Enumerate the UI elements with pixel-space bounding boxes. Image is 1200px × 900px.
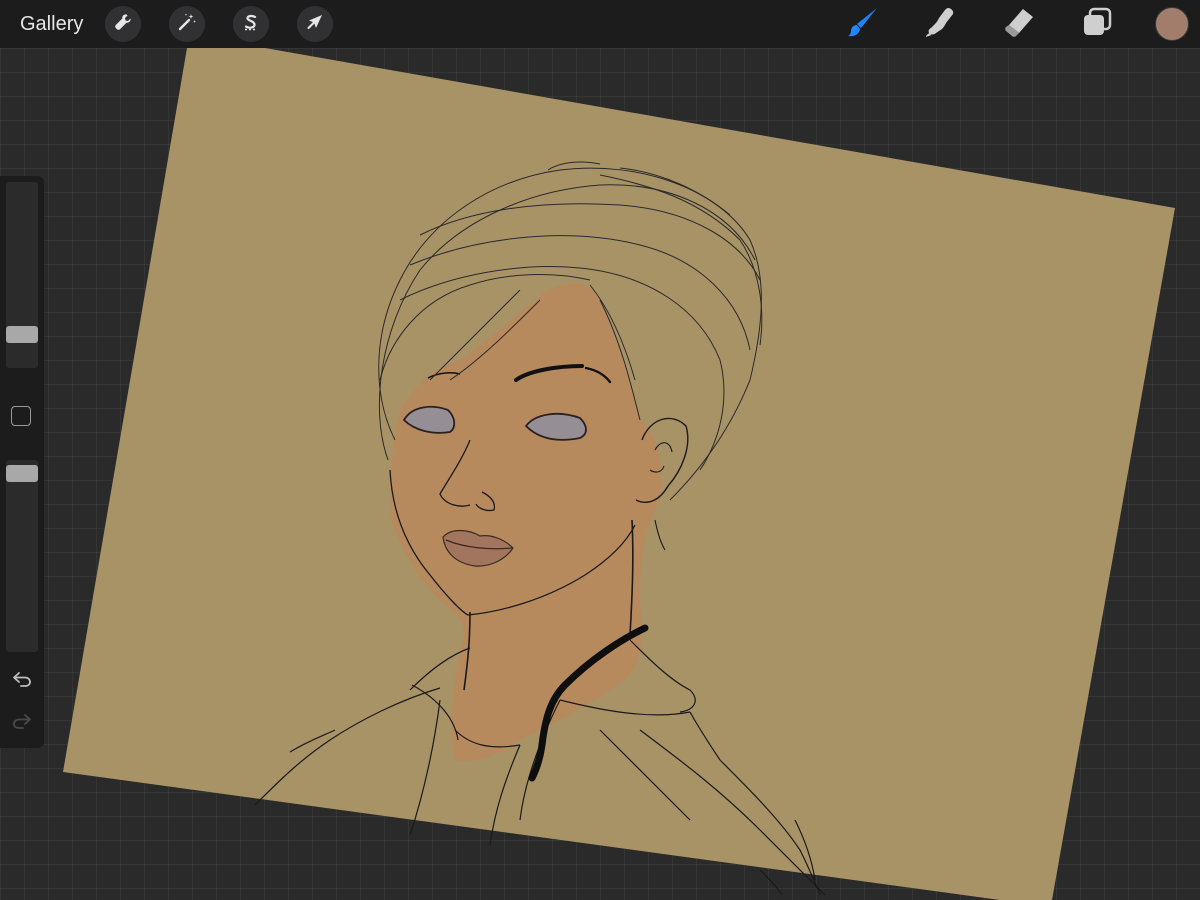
selection-s-icon — [241, 12, 261, 37]
drawing-canvas[interactable] — [0, 0, 1200, 900]
eraser-tool-button[interactable] — [999, 4, 1039, 44]
transform-button[interactable] — [297, 6, 334, 42]
redo-button[interactable] — [9, 710, 35, 736]
brush-size-slider[interactable] — [6, 182, 38, 368]
redo-icon — [11, 710, 33, 737]
brush-icon — [845, 4, 881, 45]
left-sidebar — [0, 176, 44, 748]
arrow-cursor-icon — [305, 12, 325, 37]
undo-button[interactable] — [9, 668, 35, 694]
actions-button[interactable] — [105, 6, 142, 42]
top-toolbar: Gallery — [0, 0, 1200, 48]
opacity-thumb[interactable] — [6, 465, 38, 482]
right-toolbar — [843, 0, 1200, 48]
smudge-finger-icon — [924, 5, 958, 44]
magic-wand-icon — [177, 12, 197, 37]
adjustments-button[interactable] — [169, 6, 206, 42]
layers-tool-button[interactable] — [1077, 4, 1117, 44]
opacity-slider[interactable] — [6, 460, 38, 652]
brush-size-thumb[interactable] — [6, 326, 38, 343]
modify-button[interactable] — [11, 406, 31, 426]
wrench-icon — [113, 12, 133, 37]
smudge-tool-button[interactable] — [921, 4, 961, 44]
brush-tool-button[interactable] — [843, 4, 883, 44]
gallery-button[interactable]: Gallery — [20, 13, 83, 36]
eraser-icon — [1002, 5, 1036, 44]
undo-icon — [11, 668, 33, 695]
layers-icon — [1081, 6, 1113, 43]
selection-button[interactable] — [233, 6, 270, 42]
color-picker-swatch[interactable] — [1155, 7, 1189, 41]
